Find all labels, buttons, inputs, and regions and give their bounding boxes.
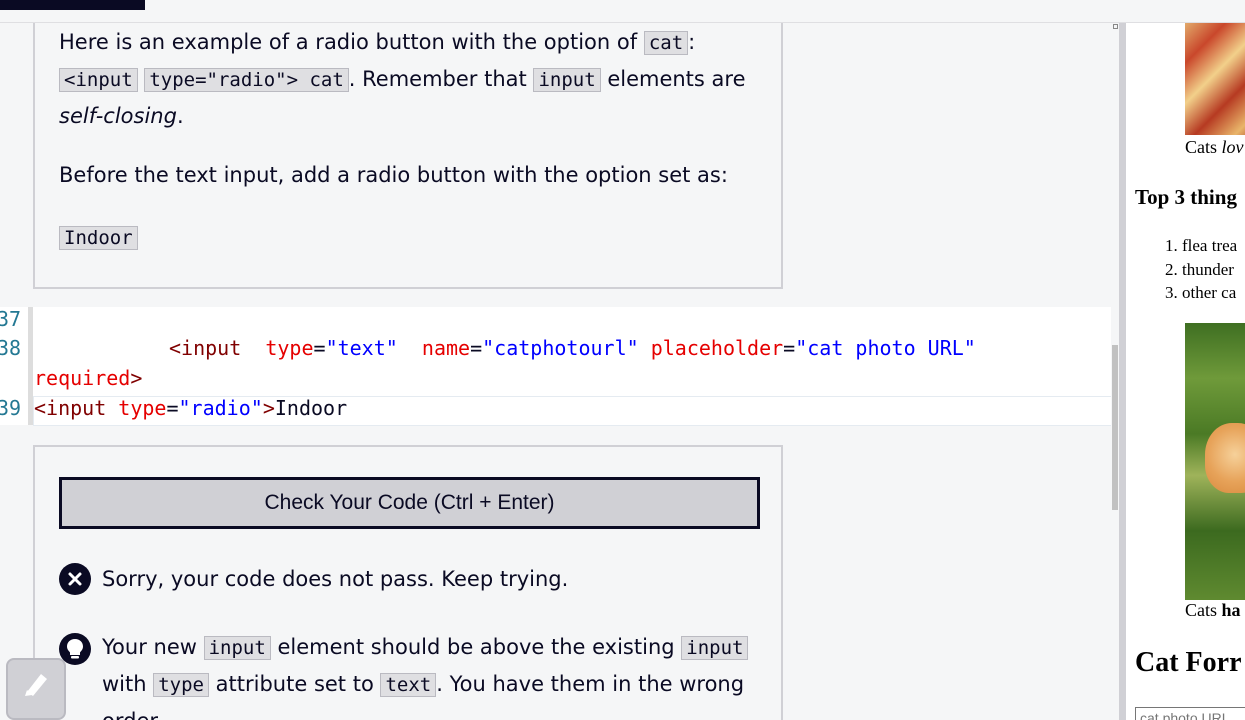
inline-code: type="radio"> cat <box>144 68 349 92</box>
fail-message: Sorry, your code does not pass. Keep try… <box>102 567 569 591</box>
list-item: 1. flea trea <box>1165 236 1238 255</box>
lasagna-image <box>1185 23 1245 135</box>
inline-code: input <box>203 636 271 660</box>
preview-form-heading: Cat Forr <box>1135 647 1242 678</box>
top-bar <box>0 0 1245 23</box>
line-number: 39 <box>0 396 22 420</box>
inline-code: type <box>153 673 209 697</box>
line-number: 38 <box>0 336 22 360</box>
image-caption: Cats lov <box>1185 137 1244 157</box>
image-caption: Cats ha <box>1185 600 1241 620</box>
list-item: 3. other ca <box>1165 283 1237 302</box>
code-line-38-wrap[interactable]: required> <box>34 366 142 390</box>
preview-heading: Top 3 thing <box>1135 185 1237 209</box>
task-value: Indoor <box>59 219 138 256</box>
inline-code: input <box>533 68 601 92</box>
preview-pane: Cats lov Top 3 thing 1. flea trea 2. thu… <box>1126 23 1245 720</box>
inline-code: cat <box>643 31 689 55</box>
instructions-card: Here is an example of a radio button wit… <box>33 23 783 289</box>
test-results-card: Check Your Code (Ctrl + Enter) Sorry, yo… <box>33 445 783 720</box>
scrollbar-marker <box>1113 24 1118 29</box>
check-code-button[interactable]: Check Your Code (Ctrl + Enter) <box>59 477 760 529</box>
pencil-icon <box>21 668 51 702</box>
code-line-38[interactable]: <input type="text" name="catphotourl" pl… <box>169 336 976 360</box>
preview-url-input[interactable]: cat photo URL <box>1135 707 1245 720</box>
code-editor[interactable]: 37 38 39 <input type="text" name="catpho… <box>0 307 1119 426</box>
instructions-paragraph: Here is an example of a radio button wit… <box>59 30 746 128</box>
hint-text: Your new input element should be above t… <box>102 629 762 720</box>
nav-bar-strip <box>0 0 145 10</box>
editor-scrollbar-thumb[interactable] <box>1112 345 1118 510</box>
inline-code: input <box>681 636 749 660</box>
line-number: 37 <box>0 307 22 331</box>
list-item: 2. thunder <box>1165 259 1234 279</box>
kitten-face <box>1205 423 1245 493</box>
inline-code: Indoor <box>59 226 138 250</box>
pencil-float-button[interactable] <box>6 658 66 720</box>
fail-message-row: Sorry, your code does not pass. Keep try… <box>59 563 568 595</box>
instructions-task: Before the text input, add a radio butto… <box>59 163 728 187</box>
close-circle-icon <box>59 563 91 595</box>
lesson-pane: Here is an example of a radio button wit… <box>0 23 1119 720</box>
pane-splitter[interactable] <box>1119 23 1126 720</box>
kitten-image <box>1185 323 1245 600</box>
preview-ordered-list: 1. flea trea 2. thunder 3. other ca <box>1135 234 1237 305</box>
code-line-39[interactable]: <input type="radio">Indoor <box>34 396 347 420</box>
inline-code: <input <box>59 68 138 92</box>
inline-code: text <box>380 673 437 697</box>
